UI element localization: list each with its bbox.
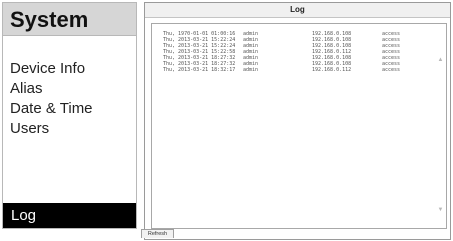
log-entry-ip: 192.168.0.112 xyxy=(312,67,352,73)
sidebar-item-date-time[interactable]: Date & Time xyxy=(10,99,93,119)
log-entry-date: Thu, 2013-03-21 18:32:17 xyxy=(163,67,236,73)
sidebar-item-log[interactable]: Log xyxy=(3,203,136,228)
log-window-title: Log xyxy=(145,3,450,18)
log-entry-row: Thu, 2013-03-21 18:32:17 admin 192.168.0.1… xyxy=(163,67,412,73)
sidebar-title: System xyxy=(3,3,136,36)
sidebar-item-device-info[interactable]: Device Info xyxy=(10,59,93,79)
log-table: Thu, 1970-01-01 01:00:16 admin 192.168.0.1… xyxy=(163,31,412,73)
chevron-down-icon[interactable]: ▼ xyxy=(437,207,444,213)
chevron-up-icon[interactable]: ▲ xyxy=(437,57,444,63)
log-entry-action: access xyxy=(382,67,401,73)
sidebar-nav: Device Info Alias Date & Time Users xyxy=(10,59,93,139)
log-entry-user: admin xyxy=(243,67,259,73)
system-sidebar: System Device Info Alias Date & Time Use… xyxy=(2,2,137,229)
sidebar-item-alias[interactable]: Alias xyxy=(10,79,93,99)
refresh-button[interactable]: Refresh xyxy=(141,229,174,238)
log-window: Log Thu, 1970-01-01 01:00:16 admin 192.168… xyxy=(144,2,451,240)
log-textarea[interactable]: Thu, 1970-01-01 01:00:16 admin 192.168.0.1… xyxy=(151,23,447,229)
sidebar-item-users[interactable]: Users xyxy=(10,119,93,139)
log-scrollbar[interactable]: ▲ ▼ xyxy=(436,25,445,227)
